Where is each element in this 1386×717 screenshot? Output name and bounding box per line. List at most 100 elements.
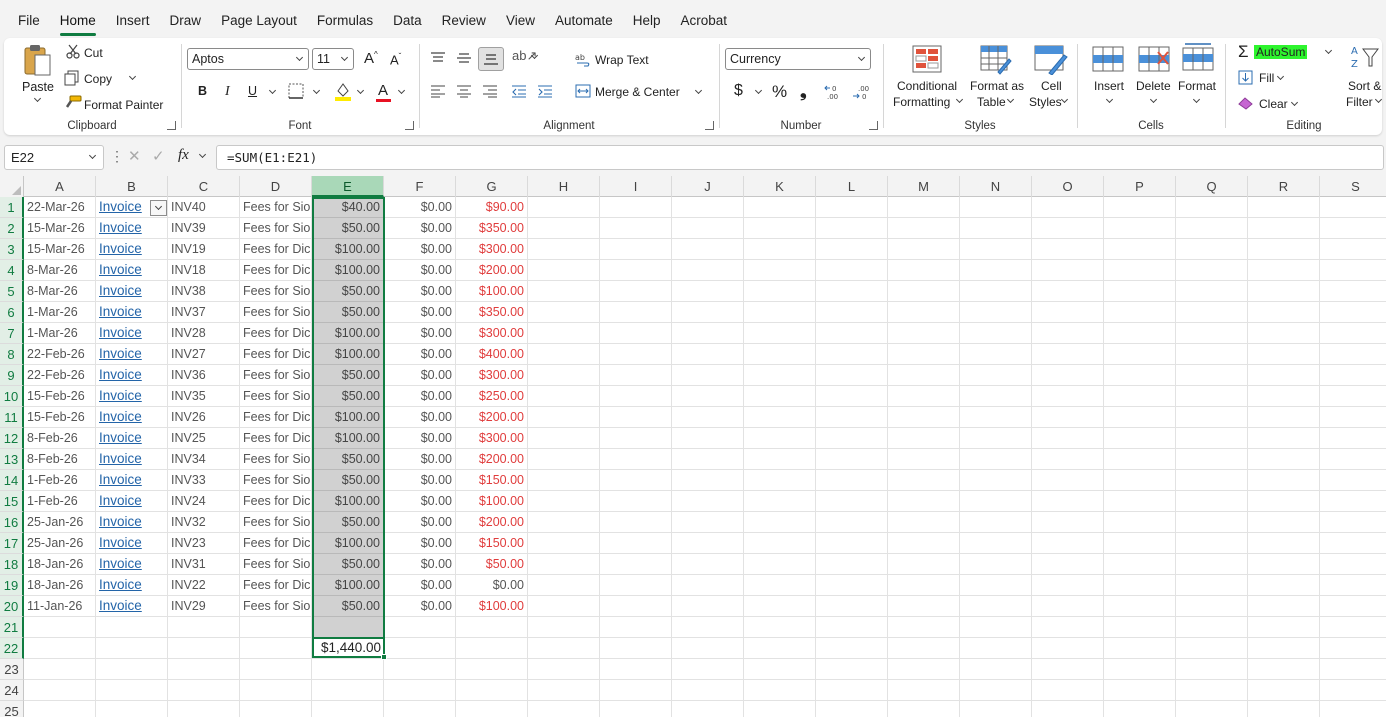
cell-styles-chevron-icon[interactable]	[1060, 95, 1069, 104]
row-header-23[interactable]: 23	[0, 659, 24, 680]
cell-empty[interactable]	[816, 407, 888, 428]
cancel-icon[interactable]: ✕	[128, 147, 141, 165]
cell-empty[interactable]	[960, 701, 1032, 717]
cell-empty[interactable]	[672, 512, 744, 533]
cell-empty[interactable]	[600, 365, 672, 386]
cell-invoice-number[interactable]: INV35	[168, 386, 240, 407]
fill-color-chevron-icon[interactable]	[356, 86, 365, 95]
cell-empty[interactable]	[1248, 281, 1320, 302]
cell-empty[interactable]	[888, 197, 960, 218]
cell-empty[interactable]	[528, 239, 600, 260]
cell-date[interactable]: 15-Feb-26	[24, 386, 96, 407]
cell-empty[interactable]	[600, 491, 672, 512]
cell-amount[interactable]: $50.00	[312, 449, 384, 470]
insert-function-icon[interactable]: fx	[178, 147, 189, 164]
cell-empty[interactable]	[672, 344, 744, 365]
cell-empty[interactable]	[672, 428, 744, 449]
row-header-11[interactable]: 11	[0, 407, 24, 428]
cell-empty[interactable]	[24, 659, 96, 680]
cell-empty[interactable]	[1176, 323, 1248, 344]
fill-color-icon[interactable]	[334, 81, 352, 101]
cell-empty[interactable]	[312, 617, 384, 638]
fill-button[interactable]: Fill	[1259, 71, 1274, 85]
cell-description[interactable]: Fees for Sio	[240, 218, 312, 239]
cell-empty[interactable]	[960, 470, 1032, 491]
cell-empty[interactable]	[1032, 239, 1104, 260]
cell-empty[interactable]	[672, 554, 744, 575]
cell-invoice-link[interactable]: Invoice	[96, 533, 168, 554]
cell-empty[interactable]	[1176, 638, 1248, 659]
column-header-l[interactable]: L	[816, 176, 888, 197]
cell-empty[interactable]	[888, 554, 960, 575]
cut-button[interactable]: Cut	[84, 46, 103, 60]
cell-empty[interactable]	[528, 407, 600, 428]
cell-empty[interactable]	[744, 638, 816, 659]
cell-empty[interactable]	[1104, 323, 1176, 344]
cell-empty[interactable]	[816, 470, 888, 491]
cell-empty[interactable]	[960, 218, 1032, 239]
cell-paid[interactable]: $0.00	[384, 407, 456, 428]
cell-empty[interactable]	[1320, 470, 1386, 491]
underline-chevron-icon[interactable]	[268, 86, 277, 95]
cell-description[interactable]: Fees for Dic	[240, 407, 312, 428]
cell-empty[interactable]	[672, 533, 744, 554]
cell-empty[interactable]	[1104, 575, 1176, 596]
font-launcher-icon[interactable]	[405, 121, 414, 130]
cell-styles-label-2[interactable]: Styles	[1029, 95, 1062, 109]
cell-empty[interactable]	[1176, 260, 1248, 281]
cell-empty[interactable]	[1104, 659, 1176, 680]
merge-center-chevron-icon[interactable]	[694, 86, 703, 95]
cell-empty[interactable]	[528, 470, 600, 491]
enter-icon[interactable]: ✓	[152, 147, 165, 165]
cell-empty[interactable]	[816, 575, 888, 596]
cell-empty[interactable]	[1032, 323, 1104, 344]
cell-empty[interactable]	[888, 701, 960, 717]
cell-empty[interactable]	[888, 323, 960, 344]
cell-empty[interactable]	[312, 701, 384, 717]
cell-balance[interactable]: $300.00	[456, 323, 528, 344]
cell-empty[interactable]	[888, 239, 960, 260]
cell-date[interactable]: 1-Mar-26	[24, 302, 96, 323]
column-header-p[interactable]: P	[1104, 176, 1176, 197]
name-box[interactable]: E22	[4, 145, 104, 170]
cell-paid[interactable]: $0.00	[384, 470, 456, 491]
cell-date[interactable]: 1-Feb-26	[24, 470, 96, 491]
cell-empty[interactable]	[600, 428, 672, 449]
cell-empty[interactable]	[600, 323, 672, 344]
cell-empty[interactable]	[1248, 260, 1320, 281]
cell-empty[interactable]	[528, 386, 600, 407]
delete-cells-chevron-icon[interactable]	[1149, 95, 1158, 104]
cell-empty[interactable]	[816, 428, 888, 449]
cell-empty[interactable]	[600, 680, 672, 701]
cell-empty[interactable]	[1104, 407, 1176, 428]
cell-empty[interactable]	[744, 617, 816, 638]
cell-empty[interactable]	[960, 512, 1032, 533]
conditional-formatting-label-1[interactable]: Conditional	[897, 79, 957, 93]
cell-empty[interactable]	[816, 554, 888, 575]
cell-empty[interactable]	[600, 701, 672, 717]
cell-empty[interactable]	[1104, 239, 1176, 260]
cell-empty[interactable]	[456, 659, 528, 680]
cell-amount[interactable]: $50.00	[312, 281, 384, 302]
cell-description[interactable]: Fees for Sio	[240, 554, 312, 575]
cell-empty[interactable]	[1104, 638, 1176, 659]
cell-empty[interactable]	[600, 302, 672, 323]
cell-paid[interactable]: $0.00	[384, 512, 456, 533]
cell-empty[interactable]	[240, 617, 312, 638]
cell-empty[interactable]	[888, 428, 960, 449]
row-header-14[interactable]: 14	[0, 470, 24, 491]
cell-empty[interactable]	[1248, 407, 1320, 428]
cell-invoice-link[interactable]: Invoice	[96, 260, 168, 281]
cell-empty[interactable]	[1032, 344, 1104, 365]
cell-empty[interactable]	[960, 575, 1032, 596]
cell-paid[interactable]: $0.00	[384, 197, 456, 218]
cell-empty[interactable]	[1104, 218, 1176, 239]
cell-empty[interactable]	[1248, 239, 1320, 260]
cell-empty[interactable]	[744, 428, 816, 449]
cell-empty[interactable]	[1104, 344, 1176, 365]
column-header-a[interactable]: A	[24, 176, 96, 197]
cell-invoice-link[interactable]: Invoice	[96, 491, 168, 512]
cell-empty[interactable]	[528, 596, 600, 617]
cell-date[interactable]: 22-Feb-26	[24, 344, 96, 365]
cell-empty[interactable]	[1176, 575, 1248, 596]
